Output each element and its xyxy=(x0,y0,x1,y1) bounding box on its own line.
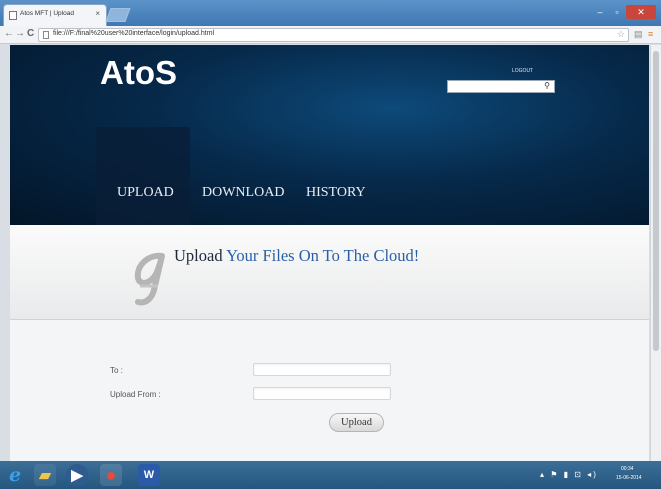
nav-download[interactable]: DOWNLOAD xyxy=(202,185,284,201)
banner-title: Upload Your Files On To The Cloud! xyxy=(174,246,419,266)
windows-taskbar: e ▰ ▶ ● W ▴ ⚑ ▮ ⊡ ◂) 00:34 15-06-2014 xyxy=(0,461,661,489)
upload-from-input[interactable] xyxy=(253,387,391,400)
minimize-button[interactable]: – xyxy=(592,5,608,19)
bookmark-star-icon[interactable]: ☆ xyxy=(617,29,625,40)
browser-tab-strip: Atos MFT | Upload × – ▫ ✕ xyxy=(0,0,661,26)
scrollbar-thumb[interactable] xyxy=(653,51,659,351)
to-input[interactable] xyxy=(253,363,391,376)
maximize-button[interactable]: ▫ xyxy=(609,5,625,19)
chrome-menu-icon[interactable]: ≡ xyxy=(648,29,653,39)
banner-title-prefix: Upload xyxy=(174,246,223,265)
upload-from-label: Upload From : xyxy=(110,390,161,399)
reload-button[interactable]: C xyxy=(27,28,34,39)
search-icon[interactable]: ⚲ xyxy=(544,81,550,90)
tab-title: Atos MFT | Upload xyxy=(20,10,74,17)
nav-upload[interactable]: UPLOAD xyxy=(117,185,174,201)
explorer-folder-icon[interactable]: ▰ xyxy=(34,464,56,486)
upload-form: To : Upload From : Upload xyxy=(10,320,649,461)
address-bar[interactable]: file:///F:/final%20user%20interface/logi… xyxy=(38,28,629,42)
nav-active-highlight xyxy=(96,127,190,225)
site-header: AtoS LOGOUT ⚲ UPLOAD DOWNLOAD HISTORY xyxy=(10,45,649,225)
upload-banner: Upload Your Files On To The Cloud! xyxy=(10,225,649,320)
page-scrollbar[interactable] xyxy=(650,45,661,461)
logout-link[interactable]: LOGOUT xyxy=(512,68,533,74)
new-tab-button[interactable] xyxy=(105,8,131,22)
extension-icon[interactable]: ▤ xyxy=(634,29,643,40)
clock-date[interactable]: 15-06-2014 xyxy=(616,475,642,481)
word-icon[interactable]: W xyxy=(138,464,160,486)
media-player-icon[interactable]: ▶ xyxy=(66,464,88,486)
page-favicon-icon xyxy=(9,11,17,20)
system-tray-icons[interactable]: ▴ ⚑ ▮ ⊡ ◂) xyxy=(540,470,598,479)
forward-button[interactable]: → xyxy=(15,28,25,39)
back-button[interactable]: ← xyxy=(4,28,14,39)
page-icon xyxy=(43,31,49,39)
clock-time[interactable]: 00:34 xyxy=(621,466,634,472)
nav-history[interactable]: HISTORY xyxy=(306,185,366,201)
atos-logo[interactable]: AtoS xyxy=(100,54,177,92)
tab-close-icon[interactable]: × xyxy=(95,9,100,18)
browser-tab[interactable]: Atos MFT | Upload × xyxy=(3,4,107,26)
url-text: file:///F:/final%20user%20interface/logi… xyxy=(53,30,215,37)
chrome-icon[interactable]: ● xyxy=(100,464,122,486)
banner-logo-icon xyxy=(128,250,176,313)
search-input[interactable]: ⚲ xyxy=(447,80,555,93)
to-label: To : xyxy=(110,366,123,375)
close-window-button[interactable]: ✕ xyxy=(626,5,656,19)
upload-button[interactable]: Upload xyxy=(329,413,384,432)
banner-title-highlight: Your Files On To The Cloud! xyxy=(222,246,420,265)
ie-icon[interactable]: e xyxy=(4,464,26,486)
browser-toolbar: ← → C file:///F:/final%20user%20interfac… xyxy=(0,26,661,44)
